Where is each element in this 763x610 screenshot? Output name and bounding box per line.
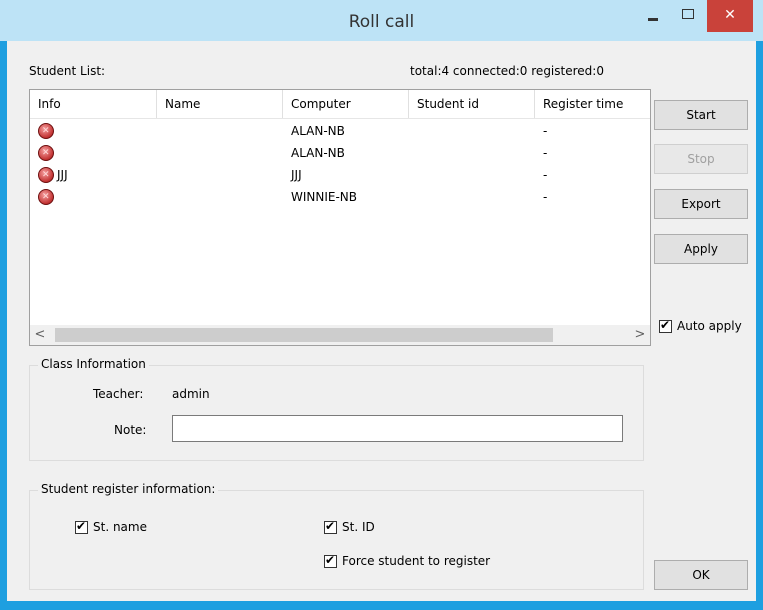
row-computer: ALAN-NB (291, 146, 345, 160)
column-header-computer[interactable]: Computer (283, 90, 409, 118)
close-icon: ✕ (724, 7, 736, 23)
note-input[interactable] (172, 415, 623, 442)
stop-button[interactable]: Stop (654, 144, 748, 174)
disconnected-icon (38, 189, 54, 205)
student-register-group: Student register information: St. name S… (29, 482, 644, 590)
dialog-body: Student List: total:4 connected:0 regist… (7, 41, 756, 601)
auto-apply-checkbox[interactable] (659, 318, 672, 333)
disconnected-icon (38, 167, 54, 183)
row-register-time: - (543, 146, 548, 160)
scroll-right-icon[interactable]: > (630, 325, 650, 345)
table-row[interactable]: ALAN-NB - (30, 120, 650, 142)
apply-button[interactable]: Apply (654, 234, 748, 264)
row-register-time: - (543, 124, 548, 138)
class-information-title: Class Information (38, 357, 149, 371)
scroll-left-icon[interactable]: < (30, 325, 50, 345)
table-header: Info Name Computer Student id Register t… (30, 90, 650, 119)
disconnected-icon (38, 145, 54, 161)
export-button[interactable]: Export (654, 189, 748, 219)
scrollbar-thumb[interactable] (55, 328, 553, 342)
force-register-label: Force student to register (342, 554, 491, 568)
start-button[interactable]: Start (654, 100, 748, 130)
column-header-student-id[interactable]: Student id (409, 90, 535, 118)
minimize-button[interactable] (633, 0, 673, 33)
row-register-time: - (543, 190, 548, 204)
student-list-label: Student List: (29, 64, 106, 78)
class-information-group: Class Information Teacher: admin Note: (29, 357, 644, 461)
horizontal-scrollbar[interactable]: < > (30, 325, 650, 345)
auto-apply-label: Auto apply (677, 319, 742, 333)
roll-call-window: Roll call ✕ Student List: total:4 connec… (0, 0, 763, 610)
connection-counts: total:4 connected:0 registered:0 (410, 64, 604, 78)
maximize-button[interactable] (668, 0, 708, 33)
row-info: JJJ (57, 168, 68, 182)
student-table[interactable]: Info Name Computer Student id Register t… (29, 89, 651, 346)
column-header-register-time[interactable]: Register time (535, 90, 650, 118)
column-header-name[interactable]: Name (157, 90, 283, 118)
column-header-info[interactable]: Info (30, 90, 157, 118)
row-computer: ALAN-NB (291, 124, 345, 138)
table-row[interactable]: JJJ JJJ - (30, 164, 650, 186)
table-row[interactable]: WINNIE-NB - (30, 186, 650, 208)
ok-button[interactable]: OK (654, 560, 748, 590)
teacher-value: admin (172, 387, 210, 401)
table-row[interactable]: ALAN-NB - (30, 142, 650, 164)
title-bar[interactable]: Roll call ✕ (0, 0, 763, 41)
disconnected-icon (38, 123, 54, 139)
force-register-checkbox[interactable] (324, 553, 337, 568)
st-name-checkbox[interactable] (75, 519, 88, 534)
st-id-label: St. ID (342, 520, 375, 534)
st-name-label: St. name (93, 520, 147, 534)
row-computer: JJJ (291, 168, 302, 182)
row-computer: WINNIE-NB (291, 190, 358, 204)
student-register-title: Student register information: (38, 482, 219, 496)
close-button[interactable]: ✕ (707, 0, 753, 32)
st-id-checkbox[interactable] (324, 519, 337, 534)
teacher-label: Teacher: (93, 387, 144, 401)
note-label: Note: (114, 423, 147, 437)
row-register-time: - (543, 168, 548, 182)
